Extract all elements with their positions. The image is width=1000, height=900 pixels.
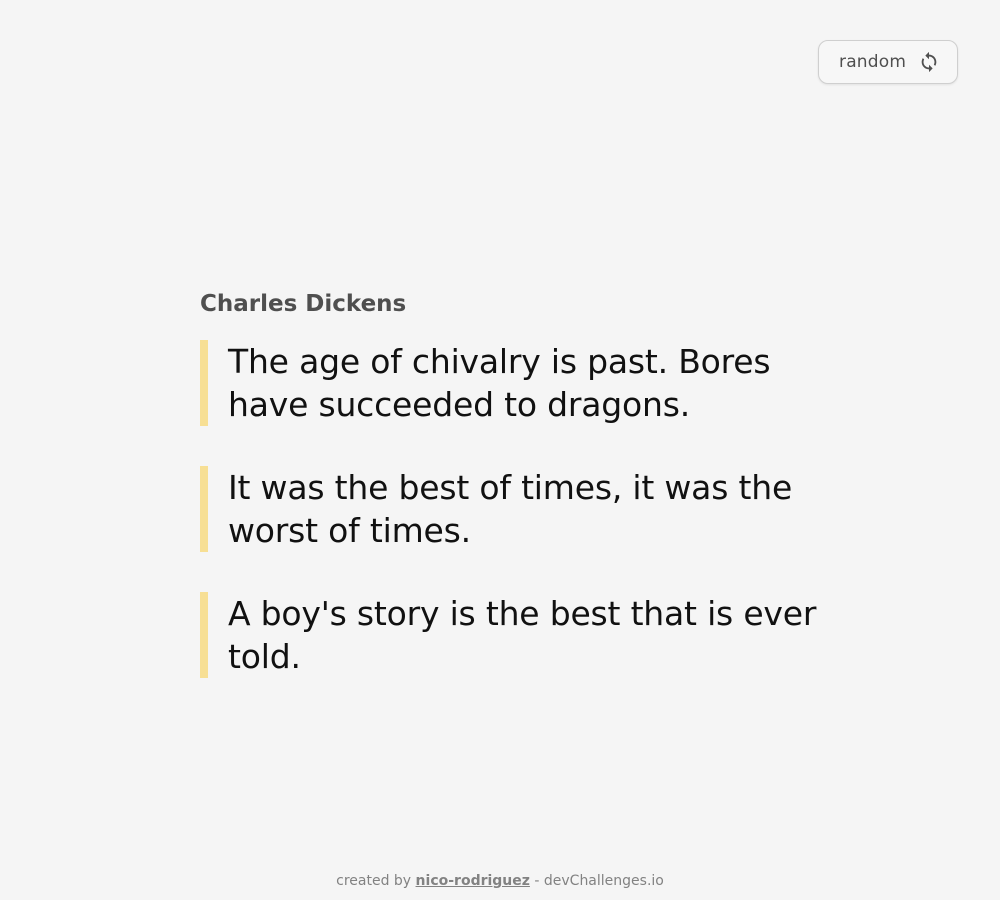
quote-text: The age of chivalry is past. Bores have … (228, 342, 771, 424)
quote-text: A boy's story is the best that is ever t… (228, 594, 817, 676)
footer-suffix: - devChallenges.io (534, 873, 664, 889)
quotes-section: Charles Dickens The age of chivalry is p… (200, 288, 820, 718)
quote-item: It was the best of times, it was the wor… (200, 466, 820, 552)
random-button-label: random (839, 52, 907, 72)
random-button[interactable]: random (818, 40, 958, 84)
quote-text: It was the best of times, it was the wor… (228, 468, 793, 550)
footer: created by nico-rodriguez - devChallenge… (0, 873, 1000, 889)
refresh-icon (918, 51, 940, 73)
quote-item: A boy's story is the best that is ever t… (200, 592, 820, 678)
footer-prefix: created by (336, 873, 412, 889)
footer-author-link[interactable]: nico-rodriguez (416, 873, 530, 889)
author-name: Charles Dickens (200, 291, 407, 317)
quote-item: The age of chivalry is past. Bores have … (200, 340, 820, 426)
